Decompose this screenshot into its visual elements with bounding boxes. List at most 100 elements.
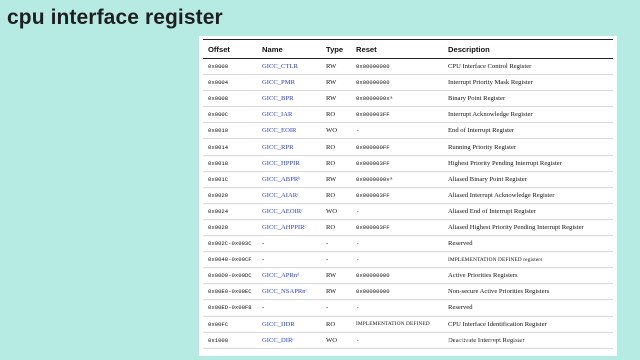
table-row: 0x00FC GICC_IIDR RO IMPLEMENTATION DEFINED C… [203,316,613,333]
cell-name[interactable]: GICC_CTLR [257,58,321,76]
cell-offset: 0x0024 [203,203,257,220]
cell-type: WO [321,122,351,140]
table-row: 0x0028 GICC_AHPPIRᶜ RO 0x000003FF Aliased Hi… [203,219,613,237]
cell-name: - [257,299,321,317]
cell-description: Aliased End of Interrupt Register [443,203,613,220]
cell-description: Interrupt Acknowledge Register [443,106,613,124]
cell-name[interactable]: GICC_RPR [257,138,321,156]
cell-reset: 0x000000FF [351,138,443,156]
cell-type: RW [321,283,351,301]
cell-type: RW [321,90,351,108]
cell-description: Aliased Interrupt Acknowledge Register [443,187,613,204]
cell-type: RW [321,74,351,92]
cell-name: - [257,235,321,253]
cell-description: Aliased Binary Point Register [443,171,613,188]
table-header-row: Offset Name Type Reset Description [203,39,613,59]
cell-reset: 0x00000000 [351,267,443,285]
cell-offset: 0x0000 [203,58,257,76]
cell-description: CPU Interface Identification Register [443,316,613,333]
cell-type: - [321,235,351,253]
cell-type: RW [321,171,351,188]
table-row: 0x002C-0x003C - - - Reserved [203,235,613,253]
table-row: 0x001C GICC_ABPRᵇ RW 0x0000000xᵃ Aliased Bin… [203,171,613,188]
cell-name[interactable]: GICC_APRnᵈ [257,267,321,285]
table-row: 0x000C GICC_IAR RO 0x000003FF Interrupt Ackn… [203,106,613,124]
table-row: 0x0024 GICC_AEOIRᶜ WO - Aliased End of Inter… [203,203,613,220]
cell-reset: 0x000003FF [351,187,443,204]
table-row: 0x0040-0x00CF - - - IMPLEMENTATION DEFINED r… [203,251,613,269]
cell-description: Reserved [443,235,613,253]
cell-name[interactable]: GICC_IIDR [257,316,321,333]
cell-type: WO [321,332,351,349]
cell-name[interactable]: GICC_NSAPRnᶜ [257,283,321,301]
header-reset: Reset [351,39,443,59]
table-row: 0x0008 GICC_BPR RW 0x0000000xᵃ Binary Point … [203,90,613,108]
cell-name[interactable]: GICC_BPR [257,90,321,108]
cell-name[interactable]: GICC_DIRᶜ [257,332,321,349]
table-row: 0x0004 GICC_PMR RW 0x00000000 Interrupt Prio… [203,74,613,92]
cell-type: - [321,299,351,317]
cell-name[interactable]: GICC_EOIR [257,122,321,140]
cell-description: CPU Interface Control Register [443,58,613,76]
cell-name[interactable]: GICC_AHPPIRᶜ [257,219,321,237]
cell-type: RO [321,155,351,172]
cell-type: RO [321,219,351,237]
cell-description: Interrupt Priority Mask Register [443,74,613,92]
cell-name[interactable]: GICC_AEOIRᶜ [257,203,321,220]
page-title: cpu interface register [7,6,223,29]
cell-name[interactable]: GICC_ABPRᵇ [257,171,321,188]
cell-name: - [257,251,321,269]
cell-description: Reserved [443,299,613,317]
cell-offset: 0x0018 [203,155,257,172]
cell-description: Running Priority Register [443,138,613,156]
cell-type: RW [321,267,351,285]
cell-reset: - [351,235,443,253]
cell-description: Aliased Highest Priority Pending Interru… [443,219,613,237]
register-table-panel: Offset Name Type Reset Description 0x000… [199,36,617,356]
table-row: 0x00ED-0x00F8- - - Reserved [203,299,613,317]
cell-reset: - [351,203,443,220]
cell-offset: 0x00FC [203,316,257,333]
cell-offset: 0x00ED-0x00F8 [203,299,257,317]
cell-reset: - [351,299,443,317]
cell-description: Active Priorities Registers [443,267,613,285]
cell-offset: 0x0008 [203,90,257,108]
cell-offset: 0x0020 [203,187,257,204]
cell-name[interactable]: GICC_PMR [257,74,321,92]
cell-offset: 0x001C [203,171,257,188]
cell-reset: 0x00000000 [351,283,443,301]
cell-offset: 0x0014 [203,138,257,156]
table-row: 0x0018 GICC_HPPIR RO 0x000003FF Highest Prio… [203,155,613,172]
cell-reset: IMPLEMENTATION DEFINED [351,316,443,333]
cell-offset: 0x0004 [203,74,257,92]
table-row: 0x0020 GICC_AIARᶜ RO 0x000003FF Aliased Inte… [203,187,613,204]
cell-type: RO [321,316,351,333]
cell-name[interactable]: GICC_HPPIR [257,155,321,172]
cell-offset: 0x1000 [203,332,257,349]
header-description: Description [443,39,613,59]
cell-type: RO [321,138,351,156]
header-type: Type [321,39,351,59]
cell-offset: 0x00E0-0x00EC [203,283,257,301]
cell-reset: 0x00000000 [351,74,443,92]
cell-reset: 0x0000000xᵃ [351,90,443,108]
cell-offset: 0x002C-0x003C [203,235,257,253]
cell-offset: 0x0028 [203,219,257,237]
cell-reset: 0x00000000 [351,58,443,76]
cell-description: Highest Priority Pending Interrupt Regis… [443,155,613,172]
cell-offset: 0x000C [203,106,257,124]
table-row: 0x00E0-0x00EC GICC_NSAPRnᶜ RW 0x00000000 Non… [203,283,613,301]
cell-reset: 0x000003FF [351,155,443,172]
table-row: 0x0000 GICC_CTLR RW 0x00000000 CPU Interface… [203,58,613,76]
table-row: 0x0010 GICC_EOIR WO - End of Interrupt Regis… [203,122,613,140]
cell-name[interactable]: GICC_IAR [257,106,321,124]
cell-reset: 0x000003FF [351,106,443,124]
cell-type: RO [321,187,351,204]
header-name: Name [257,39,321,59]
cell-description: IMPLEMENTATION DEFINED registers [443,251,613,269]
cell-reset: 0x0000000xᵃ [351,171,443,188]
cell-offset: 0x00D0-0x00DC [203,267,257,285]
register-table: Offset Name Type Reset Description 0x000… [203,39,613,349]
cell-offset: 0x0040-0x00CF [203,251,257,269]
cell-name[interactable]: GICC_AIARᶜ [257,187,321,204]
